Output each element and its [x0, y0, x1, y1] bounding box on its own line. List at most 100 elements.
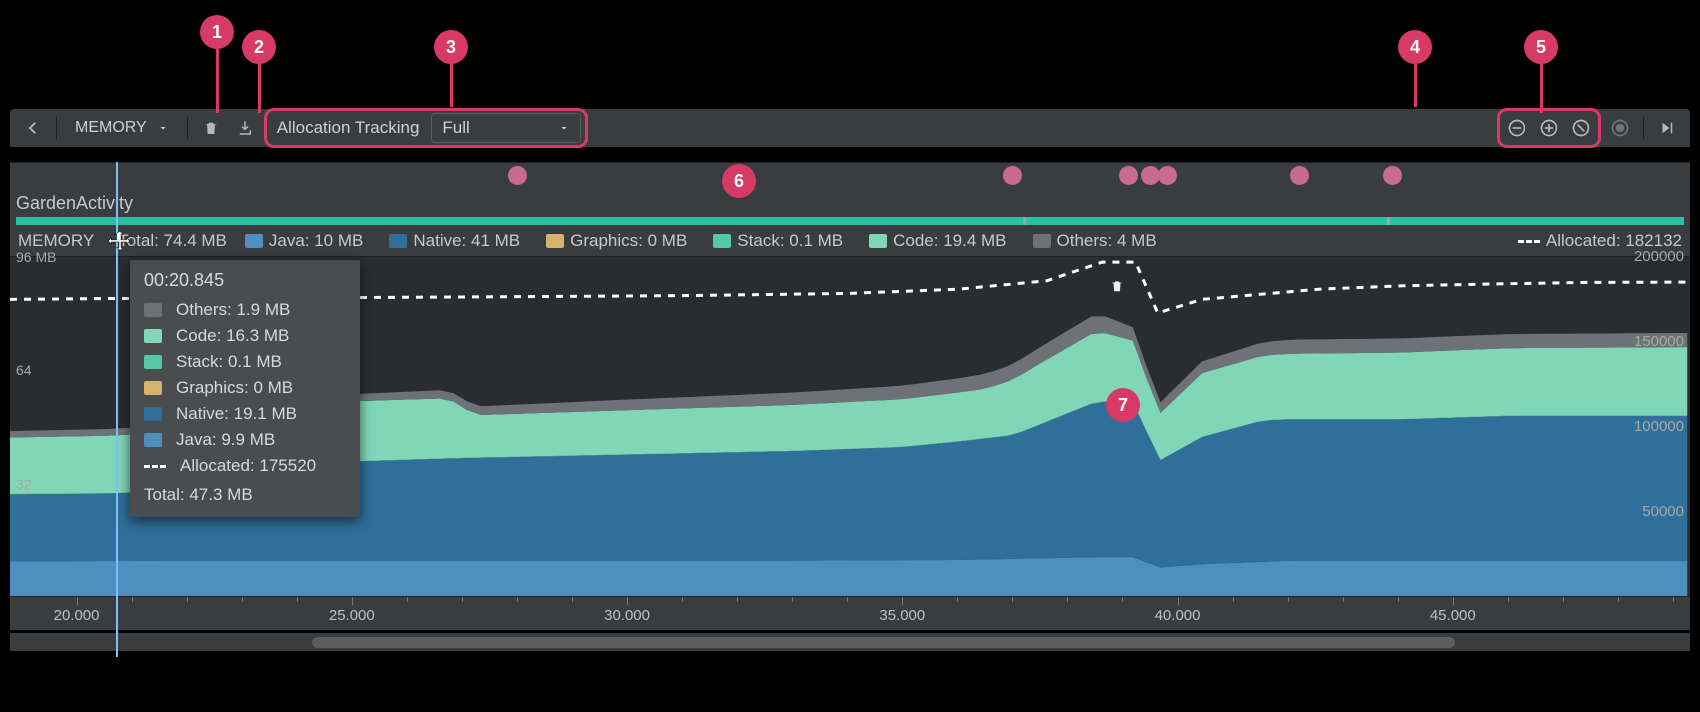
user-input-event-dot	[1158, 166, 1177, 185]
y-left-tick: 32	[16, 476, 32, 492]
callout-line-1	[216, 49, 219, 113]
capture-heap-dump-button[interactable]	[230, 113, 260, 143]
legend-item-others: Others: 4 MB	[1033, 231, 1157, 251]
user-input-event-dot	[1290, 166, 1309, 185]
swatch-graphics	[546, 234, 564, 248]
separator	[187, 116, 188, 140]
callout-line-3	[450, 64, 453, 107]
user-input-event-dot	[508, 166, 527, 185]
y-left-tick: 64	[16, 362, 32, 378]
callout-6: 6	[722, 164, 756, 198]
swatch-stack	[144, 355, 162, 369]
jump-to-end-icon	[1658, 119, 1676, 137]
attach-live-button[interactable]	[1605, 113, 1635, 143]
swatch-graphics	[144, 381, 162, 395]
force-gc-button[interactable]	[196, 113, 226, 143]
attach-icon	[1610, 118, 1630, 138]
legend-title: MEMORY	[18, 231, 94, 251]
tooltip-time: 00:20.845	[144, 270, 342, 291]
gc-event-marker	[1108, 275, 1126, 297]
swatch-native	[144, 407, 162, 421]
time-axis: 20.000 25.000 30.000 35.000 40.000 45.000	[10, 596, 1690, 630]
tooltip-row-others: Others: 1.9 MB	[144, 297, 342, 323]
user-input-event-dot	[1119, 166, 1138, 185]
swatch-native	[389, 234, 407, 248]
move-icon	[107, 229, 133, 255]
tooltip-row-native: Native: 19.1 MB	[144, 401, 342, 427]
callout-line-5	[1540, 64, 1543, 113]
chevron-down-icon	[157, 122, 169, 134]
download-icon	[236, 119, 254, 137]
time-tick-label: 30.000	[604, 607, 650, 624]
area-java	[10, 557, 1687, 596]
callout-3: 3	[434, 30, 468, 64]
swatch-java	[245, 234, 263, 248]
tooltip-row-java: Java: 9.9 MB	[144, 427, 342, 453]
allocation-tracking-select[interactable]: Full	[431, 113, 581, 143]
zoom-in-button[interactable]	[1534, 113, 1564, 143]
activity-timeline[interactable]: GardenActivity	[10, 162, 1690, 226]
legend-item-graphics: Graphics: 0 MB	[546, 231, 687, 251]
legend-item-code: Code: 19.4 MB	[869, 231, 1006, 251]
legend-item-native: Native: 41 MB	[389, 231, 520, 251]
swatch-stack	[713, 234, 731, 248]
jump-to-live-button[interactable]	[1652, 113, 1682, 143]
legend-total: Total: 74.4 MB	[118, 231, 227, 251]
zoom-out-icon	[1507, 118, 1527, 138]
y-right-tick: 50000	[1642, 503, 1684, 520]
swatch-java	[144, 433, 162, 447]
callout-2: 2	[242, 30, 276, 64]
trash-icon	[1110, 277, 1124, 295]
swatch-others	[144, 303, 162, 317]
y-left-tick: 96 MB	[16, 249, 56, 265]
user-input-event-dot	[1383, 166, 1402, 185]
callout-5: 5	[1524, 30, 1558, 64]
time-tick-label: 40.000	[1155, 607, 1201, 624]
time-tick-label: 35.000	[879, 607, 925, 624]
y-right-tick: 150000	[1634, 333, 1684, 350]
dashed-line-swatch	[144, 465, 166, 468]
profiler-toolbar: MEMORY Allocation Tracking Full	[10, 109, 1690, 147]
callout-7: 7	[1106, 388, 1140, 422]
y-right-tick: 100000	[1634, 418, 1684, 435]
callout-1: 1	[200, 15, 234, 49]
memory-tooltip: 00:20.845 Others: 1.9 MBCode: 16.3 MBSta…	[130, 260, 360, 517]
profiler-select-label: MEMORY	[75, 119, 147, 137]
activity-bar	[16, 217, 1684, 225]
time-tick-label: 45.000	[1430, 607, 1476, 624]
swatch-code	[144, 329, 162, 343]
time-tick-label: 25.000	[329, 607, 375, 624]
timeline-scrollbar-track[interactable]	[10, 633, 1690, 651]
legend-item-stack: Stack: 0.1 MB	[713, 231, 843, 251]
user-input-event-dot	[1003, 166, 1022, 185]
memory-legend: MEMORY Total: 74.4 MB Java: 10 MB Native:…	[10, 226, 1690, 256]
timeline-scrollbar-thumb[interactable]	[312, 637, 1454, 648]
tooltip-row-stack: Stack: 0.1 MB	[144, 349, 342, 375]
trash-icon	[203, 119, 219, 137]
chevron-down-icon	[558, 122, 570, 134]
cursor-move-handle[interactable]	[106, 228, 134, 256]
back-button[interactable]	[18, 113, 48, 143]
callout-4: 4	[1398, 30, 1432, 64]
reset-zoom-icon	[1571, 118, 1591, 138]
reset-zoom-button[interactable]	[1566, 113, 1596, 143]
allocation-tracking-group: Allocation Tracking Full	[264, 108, 589, 148]
profiler-select[interactable]: MEMORY	[65, 113, 179, 143]
dashed-line-swatch	[1518, 240, 1540, 243]
swatch-code	[869, 234, 887, 248]
zoom-controls-group	[1497, 108, 1601, 148]
tooltip-row-graphics: Graphics: 0 MB	[144, 375, 342, 401]
legend-item-java: Java: 10 MB	[245, 231, 364, 251]
separator	[1643, 116, 1644, 140]
allocation-tracking-value: Full	[442, 118, 469, 138]
zoom-in-icon	[1539, 118, 1559, 138]
y-right-tick: 200000	[1634, 248, 1684, 265]
zoom-out-button[interactable]	[1502, 113, 1532, 143]
time-tick-label: 20.000	[54, 607, 100, 624]
callout-line-4	[1414, 64, 1417, 107]
tooltip-row-code: Code: 16.3 MB	[144, 323, 342, 349]
swatch-others	[1033, 234, 1051, 248]
tooltip-allocated: Allocated: 175520	[144, 453, 342, 479]
allocation-tracking-label: Allocation Tracking	[271, 118, 426, 138]
callout-line-2	[258, 64, 261, 113]
